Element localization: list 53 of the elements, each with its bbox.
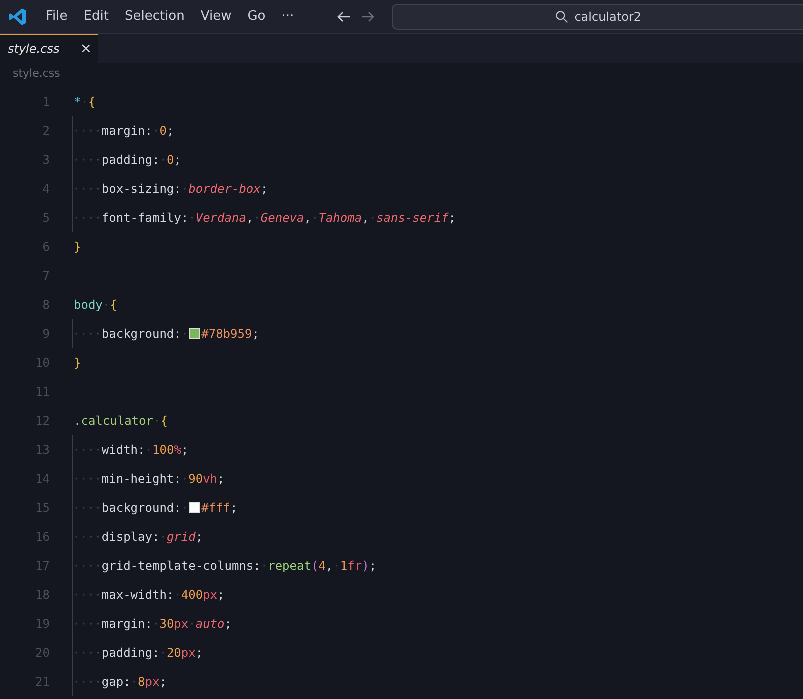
line-number: 20	[34, 646, 50, 660]
line-number: 11	[34, 384, 50, 398]
code-line: ····padding:·0;	[72, 145, 182, 174]
line-number: 15	[34, 500, 50, 514]
code-line: ····background:· #fff;	[72, 493, 238, 522]
menu-item[interactable]: ···	[274, 9, 302, 24]
line-number: 1	[42, 94, 50, 108]
line-number: 5	[42, 210, 50, 224]
code-line: ····display:·grid;	[72, 522, 204, 551]
menu-item[interactable]: Selection	[116, 9, 193, 24]
code-line: ····background:· #78b959;	[72, 319, 260, 348]
code-line: ····min-height:·90vh;	[72, 464, 225, 493]
line-number: 13	[34, 442, 50, 456]
code-line: ····width:·100%;	[72, 435, 189, 464]
search-icon	[554, 10, 569, 24]
menu-item[interactable]: View	[192, 9, 240, 24]
line-number: 16	[34, 530, 50, 544]
close-button[interactable]: ×	[80, 41, 92, 57]
line-number: 9	[42, 326, 50, 340]
code-line: .calculator·{	[73, 412, 168, 430]
line-number: 17	[34, 558, 50, 572]
line-number: 14	[34, 472, 50, 486]
menu-item[interactable]: Go	[240, 9, 274, 24]
line-number: 12	[34, 414, 50, 428]
editor-tab[interactable]: style.css ×	[0, 34, 98, 63]
code-line: }	[73, 238, 82, 256]
code-line: }	[73, 354, 82, 372]
search-field[interactable]: calculator2	[392, 4, 803, 30]
code-line: ····grid-template-columns:·repeat(4,·1fr);	[72, 551, 377, 580]
code-line: ····padding:·20px;	[72, 638, 204, 667]
code-line: ····gap:·8px;	[72, 667, 167, 696]
line-number: 19	[34, 616, 50, 630]
code-line: *·{	[73, 94, 96, 110]
menu-item[interactable]: Edit	[76, 9, 117, 24]
code-line: ····margin:·0;	[72, 116, 174, 145]
line-number: 6	[42, 240, 50, 254]
line-number: 21	[34, 674, 50, 688]
app-logo-icon[interactable]	[8, 6, 28, 26]
breadcrumb[interactable]: style.css	[13, 66, 60, 80]
code-line: ····margin:·30px·auto;	[72, 609, 232, 638]
line-number: 7	[42, 268, 50, 282]
menu-item[interactable]: File	[38, 9, 76, 24]
code-line: body·{	[73, 296, 118, 314]
line-number: 4	[42, 182, 50, 196]
line-number: 3	[42, 152, 50, 166]
search-text: calculator2	[574, 10, 642, 24]
code-line: ····max-width:·400px;	[72, 580, 225, 609]
line-number: 2	[42, 124, 50, 138]
line-number: 18	[34, 588, 50, 602]
line-number: 10	[34, 356, 50, 370]
code-line: ····font-family:·Verdana,·Geneva,·Tahoma,·sans-serif;	[72, 203, 456, 232]
line-number: 8	[42, 298, 50, 312]
code-line: ····box-sizing:·border-box;	[72, 174, 268, 203]
